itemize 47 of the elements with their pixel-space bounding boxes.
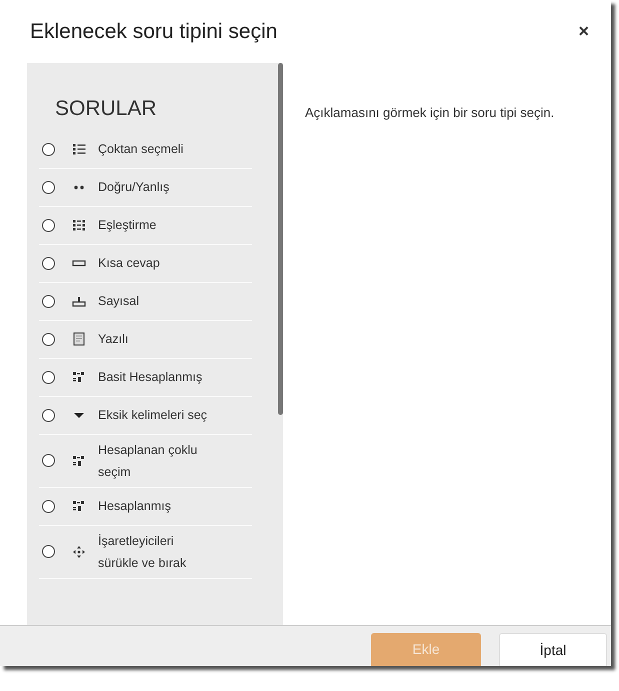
section-heading: SORULAR <box>55 96 158 122</box>
question-type-option[interactable]: Basit Hesaplanmış <box>39 358 252 396</box>
option-label: Hesaplanan çoklu seçim <box>98 442 198 481</box>
radio-button[interactable] <box>42 332 55 346</box>
close-button[interactable]: × <box>574 18 593 45</box>
radio-button[interactable] <box>42 294 55 308</box>
formula-icon <box>72 499 86 513</box>
numeric-field-icon <box>72 294 86 308</box>
cancel-button[interactable]: İptal <box>499 633 607 666</box>
radio-button[interactable] <box>42 142 55 156</box>
dialog-title: Eklenecek soru tipini seçin <box>30 18 278 44</box>
option-label: Eşleştirme <box>98 217 156 234</box>
option-label: Eksik kelimeleri seç <box>98 407 208 424</box>
radio-button[interactable] <box>42 218 55 232</box>
question-type-option[interactable]: Doğru/Yanlış <box>39 168 252 206</box>
formula-icon <box>72 370 86 384</box>
question-type-option[interactable]: İşaretleyicileri sürükle ve bırak <box>39 526 252 578</box>
option-label: Yazılı <box>98 331 128 348</box>
document-icon <box>72 332 86 346</box>
question-type-option[interactable]: Hesaplanmış <box>39 488 252 526</box>
question-type-option[interactable]: Eksik kelimeleri seç <box>39 396 252 434</box>
question-type-option[interactable]: Kısa cevap <box>39 244 252 282</box>
radio-button[interactable] <box>42 500 55 512</box>
formula-icon <box>72 454 86 468</box>
question-type-option[interactable]: Eşleştirme <box>39 206 252 244</box>
radio-button[interactable] <box>42 180 55 194</box>
radio-button[interactable] <box>42 545 55 558</box>
scrollbar[interactable] <box>278 63 283 415</box>
radio-button[interactable] <box>42 408 55 422</box>
radio-button[interactable] <box>42 370 55 384</box>
option-label: İşaretleyicileri sürükle ve bırak <box>98 532 188 572</box>
option-label: Kısa cevap <box>98 255 160 272</box>
question-type-option[interactable]: Çoktan seçmeli <box>39 130 252 168</box>
question-type-option[interactable]: Hesaplanan çoklu seçim <box>39 434 252 488</box>
radio-button[interactable] <box>42 256 55 270</box>
option-label: Hesaplanmış <box>98 498 171 515</box>
description-text: Açıklamasını görmek için bir soru tipi seçin. <box>304 104 556 122</box>
option-label: Sayısal <box>98 293 139 310</box>
option-label: Çoktan seçmeli <box>98 141 184 158</box>
list-icon <box>72 142 86 156</box>
option-label: Basit Hesaplanmış <box>98 369 202 386</box>
radio-button[interactable] <box>42 454 55 467</box>
move-arrows-icon <box>72 544 86 558</box>
question-type-option[interactable]: Sayısal <box>39 282 252 320</box>
option-label: Doğru/Yanlış <box>98 179 170 196</box>
question-type-option[interactable]: Yazılı <box>39 320 252 358</box>
grid-icon <box>72 218 86 232</box>
